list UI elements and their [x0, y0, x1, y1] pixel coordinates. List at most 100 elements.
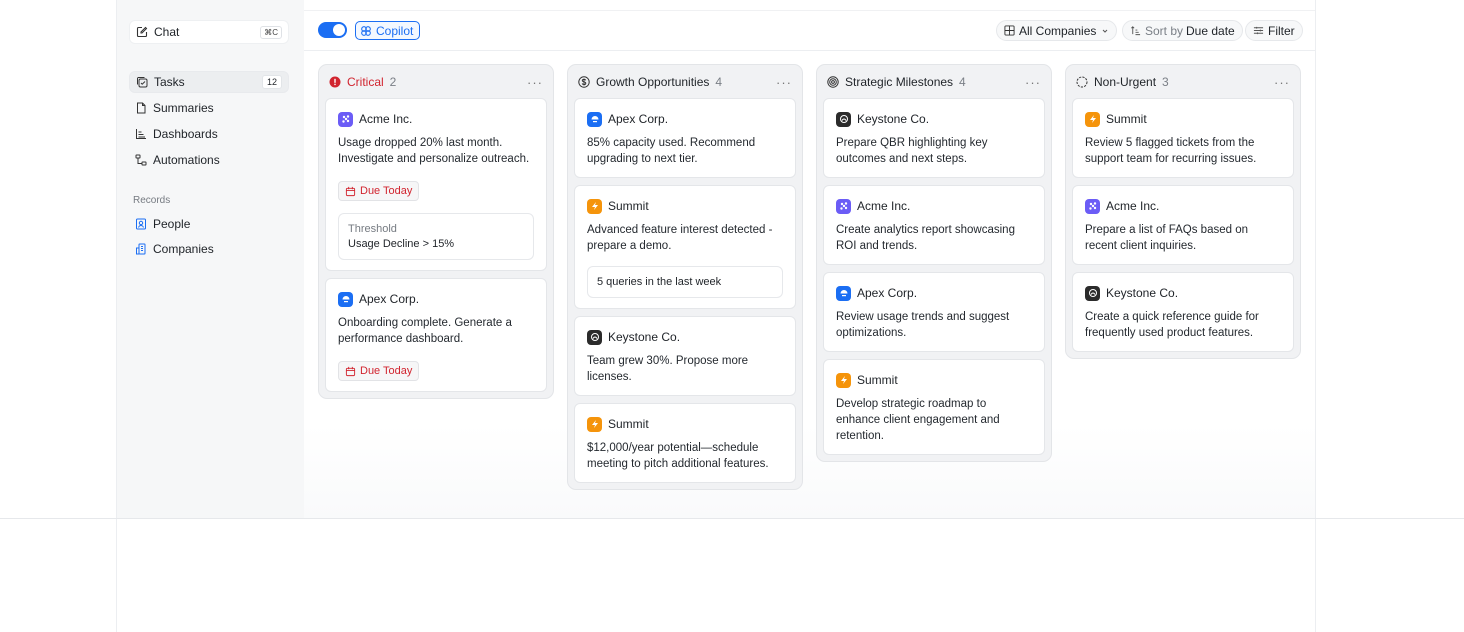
kanban-board: Critical 2 ··· Acme Inc. Usage dropped 2… — [304, 51, 1315, 518]
sidebar-item-label: Dashboards — [153, 127, 218, 141]
card-company: Summit — [608, 199, 649, 213]
card-company: Summit — [608, 417, 649, 431]
card-header: Summit — [587, 416, 783, 432]
task-card[interactable]: Acme Inc. Prepare a list of FAQs based o… — [1072, 185, 1294, 265]
summit-logo-icon — [836, 372, 851, 388]
tasks-count-badge: 12 — [261, 75, 282, 89]
tasks-icon — [137, 77, 148, 88]
card-detail-box: Threshold Usage Decline > 15% — [338, 213, 534, 260]
task-card[interactable]: Acme Inc. Usage dropped 20% last month. … — [325, 98, 547, 271]
contact-icon — [136, 218, 146, 230]
card-header: Apex Corp. — [587, 111, 783, 127]
more-options-icon[interactable]: ··· — [527, 75, 543, 90]
alert-icon — [329, 76, 341, 88]
apex-logo-icon — [338, 291, 353, 307]
sidebar-item-tasks[interactable]: Tasks 12 — [129, 71, 289, 93]
card-detail-box: 5 queries in the last week — [587, 266, 783, 298]
sidebar: Chat ⌘C Tasks 12 Summaries Dashboards Au… — [117, 0, 304, 518]
column-title: Non-Urgent — [1094, 75, 1157, 89]
sidebar-item-automations[interactable]: Automations — [129, 149, 289, 171]
copilot-icon — [361, 25, 371, 36]
card-header: Keystone Co. — [1085, 285, 1281, 301]
card-description: Create analytics report showcasing ROI a… — [836, 224, 1015, 252]
chat-button[interactable]: Chat ⌘C — [129, 20, 289, 44]
sidebar-item-label: Automations — [153, 153, 220, 167]
column-header: Non-Urgent 3 ··· — [1076, 74, 1290, 90]
task-card[interactable]: Summit Develop strategic roadmap to enha… — [823, 359, 1045, 455]
copilot-toggle[interactable] — [318, 22, 347, 38]
more-options-icon[interactable]: ··· — [776, 75, 792, 90]
task-card[interactable]: Apex Corp. 85% capacity used. Recommend … — [574, 98, 796, 178]
companies-filter-dropdown[interactable]: All Companies — [996, 20, 1118, 41]
task-card[interactable]: Acme Inc. Create analytics report showca… — [823, 185, 1045, 265]
column-count: 2 — [389, 75, 397, 89]
task-card[interactable]: Apex Corp. Review usage trends and sugge… — [823, 272, 1045, 352]
card-header: Apex Corp. — [836, 285, 1032, 301]
card-description: Team grew 30%. Propose more licenses. — [587, 355, 749, 383]
card-description: Create a quick reference guide for frequ… — [1085, 311, 1259, 339]
sidebar-item-label: Summaries — [153, 101, 214, 115]
compose-icon — [136, 26, 148, 38]
card-header: Acme Inc. — [836, 198, 1032, 214]
card-description: Develop strategic roadmap to enhance cli… — [836, 398, 1000, 442]
records-section-label: Records — [133, 195, 171, 206]
task-card[interactable]: Summit Advanced feature interest detecte… — [574, 185, 796, 309]
bar-chart-icon — [136, 129, 146, 139]
detail-label: Threshold — [348, 223, 397, 235]
card-company: Apex Corp. — [359, 292, 420, 306]
card-header: Keystone Co. — [587, 329, 783, 345]
sort-icon — [1131, 26, 1141, 36]
card-description: $12,000/year potential—schedule meeting … — [587, 442, 769, 470]
divider — [0, 518, 1464, 519]
filter-button[interactable]: Filter — [1245, 20, 1303, 41]
sidebar-item-label: Companies — [153, 242, 214, 256]
column-growth-opportunities: Growth Opportunities 4 ··· Apex Corp. 85… — [567, 64, 803, 490]
card-company: Apex Corp. — [857, 286, 918, 300]
due-badge[interactable]: Due Today — [338, 181, 420, 201]
task-card[interactable]: Summit Review 5 flagged tickets from the… — [1072, 98, 1294, 178]
card-header: Summit — [587, 198, 783, 214]
sort-button[interactable]: Sort by Due date — [1122, 20, 1243, 41]
filter-label: Filter — [1268, 23, 1295, 38]
sidebar-item-companies[interactable]: Companies — [129, 238, 289, 260]
sidebar-item-dashboards[interactable]: Dashboards — [129, 123, 289, 145]
summit-logo-icon — [587, 198, 602, 214]
task-card[interactable]: Keystone Co. Team grew 30%. Propose more… — [574, 316, 796, 396]
sidebar-item-people[interactable]: People — [129, 213, 289, 235]
more-options-icon[interactable]: ··· — [1274, 75, 1290, 90]
task-card[interactable]: Keystone Co. Prepare QBR highlighting ke… — [823, 98, 1045, 178]
card-company: Summit — [857, 373, 898, 387]
due-row: Due Today — [338, 167, 534, 201]
chevron-down-icon — [1103, 29, 1108, 33]
due-badge[interactable]: Due Today — [338, 361, 420, 381]
sort-value: Due date — [1186, 23, 1235, 38]
building-icon — [136, 243, 146, 255]
acme-logo-icon — [1085, 198, 1100, 214]
sidebar-item-summaries[interactable]: Summaries — [129, 97, 289, 119]
calendar-icon — [345, 186, 356, 196]
task-card[interactable]: Summit $12,000/year potential—schedule m… — [574, 403, 796, 483]
card-header: Acme Inc. — [1085, 198, 1281, 214]
calendar-icon — [345, 366, 356, 376]
sidebar-item-label: People — [153, 217, 191, 231]
column-count: 4 — [715, 75, 723, 89]
more-options-icon[interactable]: ··· — [1025, 75, 1041, 90]
dashed-circle-icon — [1076, 76, 1088, 88]
detail-value: Usage Decline > 15% — [348, 238, 455, 250]
card-company: Apex Corp. — [608, 112, 669, 126]
due-label: Due Today — [360, 185, 413, 197]
card-header: Summit — [836, 372, 1032, 388]
card-header: Apex Corp. — [338, 291, 534, 307]
toolbar: Copilot All Companies Sort by Due date F… — [304, 10, 1315, 51]
copilot-button[interactable]: Copilot — [355, 21, 421, 40]
apex-logo-icon — [836, 285, 851, 301]
task-card[interactable]: Apex Corp. Onboarding complete. Generate… — [325, 278, 547, 392]
card-header: Keystone Co. — [836, 111, 1032, 127]
card-description: Advanced feature interest detected - pre… — [587, 224, 773, 252]
card-description: Review usage trends and suggest optimiza… — [836, 311, 1010, 339]
due-label: Due Today — [360, 365, 413, 377]
task-card[interactable]: Keystone Co. Create a quick reference gu… — [1072, 272, 1294, 352]
card-company: Acme Inc. — [857, 199, 911, 213]
card-description: Review 5 flagged tickets from the suppor… — [1085, 137, 1257, 165]
card-description: Onboarding complete. Generate a performa… — [338, 317, 512, 345]
